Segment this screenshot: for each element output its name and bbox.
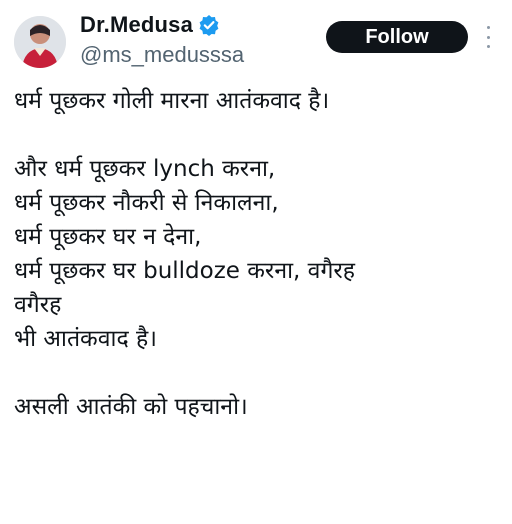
tweet-line: धर्म पूछकर घर bulldoze करना, वगैरह <box>14 258 356 284</box>
display-name-row: Dr.Medusa <box>80 10 244 40</box>
tweet-line: धर्म पूछकर घर न देना, <box>14 224 202 250</box>
user-info: Dr.Medusa @ms_medusssa <box>80 10 244 70</box>
verified-badge-icon <box>198 14 220 36</box>
tweet-line: धर्म पूछकर नौकरी से निकालना, <box>14 190 279 216</box>
tweet-card: Dr.Medusa @ms_medusssa Follow धर्म पूछकर… <box>0 0 512 524</box>
tweet-line: वगैरह <box>14 292 62 318</box>
tweet-line: धर्म पूछकर गोली मारना आतंकवाद है। <box>14 88 330 114</box>
follow-button[interactable]: Follow <box>326 21 468 53</box>
profile-photo-icon <box>14 16 66 68</box>
tweet-line: असली आतंकी को पहचानो। <box>14 394 248 420</box>
dot <box>486 35 490 39</box>
display-name[interactable]: Dr.Medusa <box>80 12 193 38</box>
tweet-header: Dr.Medusa @ms_medusssa Follow <box>14 10 504 70</box>
dot <box>486 26 490 29</box>
more-vertical-icon[interactable] <box>482 24 494 50</box>
avatar[interactable] <box>14 16 66 68</box>
tweet-line: भी आतंकवाद है। <box>14 326 157 352</box>
user-handle[interactable]: @ms_medusssa <box>80 42 244 68</box>
dot <box>486 45 490 48</box>
tweet-line: और धर्म पूछकर lynch करना, <box>14 156 276 182</box>
tweet-text: धर्म पूछकर गोली मारना आतंकवाद है। और धर्… <box>14 84 504 424</box>
